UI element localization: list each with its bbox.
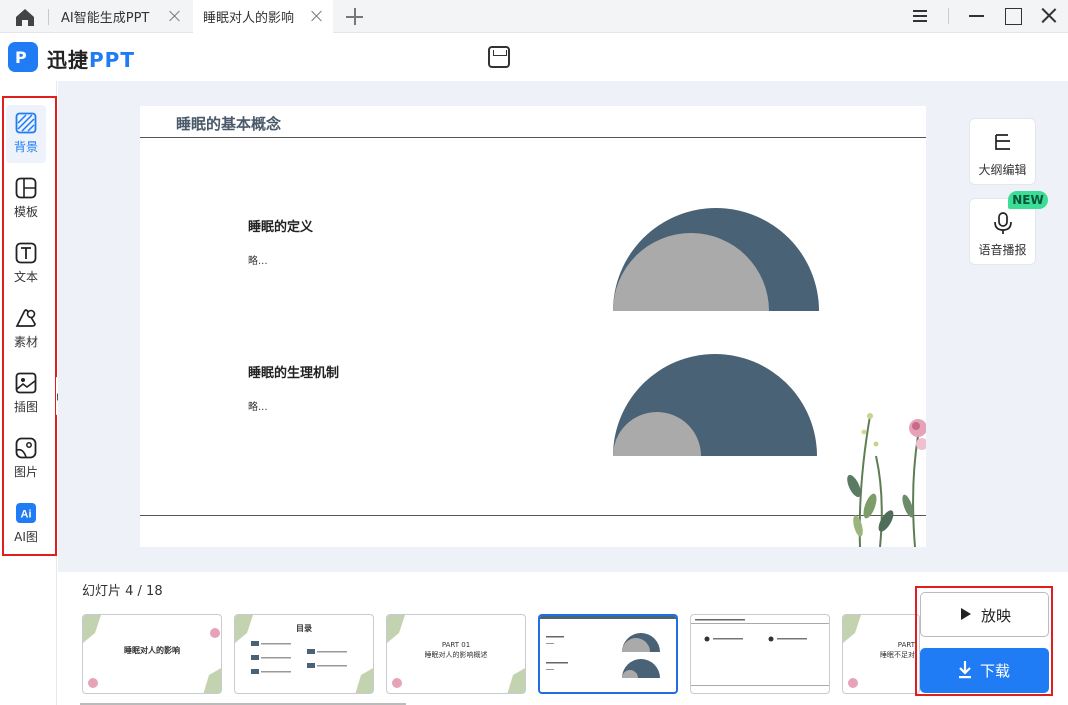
slide-thumbnail[interactable]: 目录 xyxy=(234,614,374,694)
sidebar-item-label: 插图 xyxy=(13,400,38,414)
sidebar-item-label: AI图 xyxy=(14,530,38,544)
close-icon[interactable] xyxy=(311,10,323,22)
tab-ai-generate[interactable]: AI智能生成PPT xyxy=(61,0,191,33)
sidebar-item-material[interactable]: 素材 xyxy=(6,300,46,358)
menu-icon[interactable] xyxy=(910,5,932,27)
background-icon xyxy=(15,112,37,134)
slide-thumbnail[interactable]: 睡眠对人的影响 xyxy=(82,614,222,694)
download-icon xyxy=(959,661,971,679)
ai-image-icon: Ai xyxy=(16,503,36,523)
sidebar-item-label: 模板 xyxy=(13,205,38,219)
slide-counter: 幻灯片 4 / 18 xyxy=(82,584,163,599)
app-brand: 迅捷PPT xyxy=(47,44,135,73)
slide-thumbnail[interactable]: PART 睡眠不足对 xyxy=(842,614,920,694)
section-heading[interactable]: 睡眠的生理机制 xyxy=(248,362,339,381)
new-tab-icon[interactable] xyxy=(346,8,364,26)
top-divider xyxy=(140,137,926,138)
section-body[interactable]: 略... xyxy=(248,252,268,267)
picture-icon xyxy=(15,437,37,459)
slide-thumbnail[interactable] xyxy=(690,614,830,694)
sidebar-item-label: 背景 xyxy=(13,140,38,154)
svg-text:Ai: Ai xyxy=(21,509,32,521)
download-button[interactable]: 下载 xyxy=(920,648,1049,693)
outline-edit-button[interactable]: 大纲编辑 xyxy=(969,118,1036,185)
new-badge: NEW xyxy=(1008,191,1048,209)
brand-suffix: PPT xyxy=(89,48,135,72)
app-logo: P xyxy=(8,42,38,72)
thumbnail-subtitle: 睡眠不足对 xyxy=(880,651,915,659)
microphone-icon xyxy=(993,212,1012,234)
slide-miniature xyxy=(540,616,676,678)
window-separator xyxy=(948,8,949,24)
slide-preview[interactable]: 睡眠的基本概念 睡眠的定义 略... 睡眠的生理机制 略... xyxy=(140,106,926,547)
tab-separator xyxy=(48,9,49,25)
sidebar-item-template[interactable]: 模板 xyxy=(6,170,46,228)
semicircle-graphic[interactable] xyxy=(610,350,825,458)
bottom-divider xyxy=(140,515,926,516)
semicircle-graphic[interactable] xyxy=(610,204,825,314)
thumbnail-title: PART 01 xyxy=(441,641,471,649)
left-sidebar: 背景 模板 文本 素材 插图 图片 Ai AI图 xyxy=(0,81,57,705)
section-body[interactable]: 略... xyxy=(248,398,268,413)
app-header: P 迅捷PPT xyxy=(0,33,1068,81)
thumbnail-title: 睡眠对人的影响 xyxy=(124,646,180,655)
sidebar-item-background[interactable]: 背景 xyxy=(6,105,46,163)
tab-label: 睡眠对人的影响 xyxy=(203,11,295,26)
slide-miniature xyxy=(691,619,829,686)
illustration-icon xyxy=(15,372,37,394)
tab-label: AI智能生成PPT xyxy=(61,11,150,26)
outline-edit-icon xyxy=(994,134,1010,150)
maximize-icon[interactable] xyxy=(1002,5,1024,27)
tab-bar: AI智能生成PPT 睡眠对人的影响 xyxy=(0,0,1068,33)
sidebar-item-label: 文本 xyxy=(13,270,38,284)
section-heading[interactable]: 睡眠的定义 xyxy=(248,216,313,235)
home-icon[interactable] xyxy=(14,7,36,27)
play-label: 放映 xyxy=(981,607,1012,625)
sidebar-item-illustration[interactable]: 插图 xyxy=(6,365,46,423)
tool-label: 语音播报 xyxy=(978,243,1027,257)
close-icon[interactable] xyxy=(169,10,181,22)
tab-current-document[interactable]: 睡眠对人的影响 xyxy=(193,0,333,33)
brand-prefix: 迅捷 xyxy=(47,48,89,72)
minimize-icon[interactable] xyxy=(966,5,988,27)
download-label: 下载 xyxy=(980,662,1011,680)
sidebar-item-label: 图片 xyxy=(13,465,38,479)
tool-label: 大纲编辑 xyxy=(978,163,1027,177)
floral-decoration xyxy=(847,413,926,547)
sidebar-item-text[interactable]: 文本 xyxy=(6,235,46,293)
material-icon xyxy=(15,309,36,327)
sidebar-item-label: 素材 xyxy=(13,335,38,349)
sidebar-item-picture[interactable]: 图片 xyxy=(6,430,46,488)
thumbnail-title: PART xyxy=(897,641,915,649)
thumbnail-subtitle: 睡眠对人的影响概述 xyxy=(424,651,488,659)
thumbnail-title: 目录 xyxy=(296,624,312,633)
slide-thumbnail[interactable]: PART 01 睡眠对人的影响概述 xyxy=(386,614,526,694)
slide-title[interactable]: 睡眠的基本概念 xyxy=(176,113,281,134)
play-button[interactable]: 放映 xyxy=(920,592,1049,637)
slide-thumbnail-selected[interactable] xyxy=(538,614,678,694)
play-icon xyxy=(961,608,971,620)
text-icon xyxy=(15,242,37,264)
save-icon[interactable] xyxy=(488,46,510,68)
window-close-icon[interactable] xyxy=(1038,5,1060,27)
template-icon xyxy=(15,177,37,199)
sidebar-item-ai-image[interactable]: Ai AI图 xyxy=(6,495,46,553)
